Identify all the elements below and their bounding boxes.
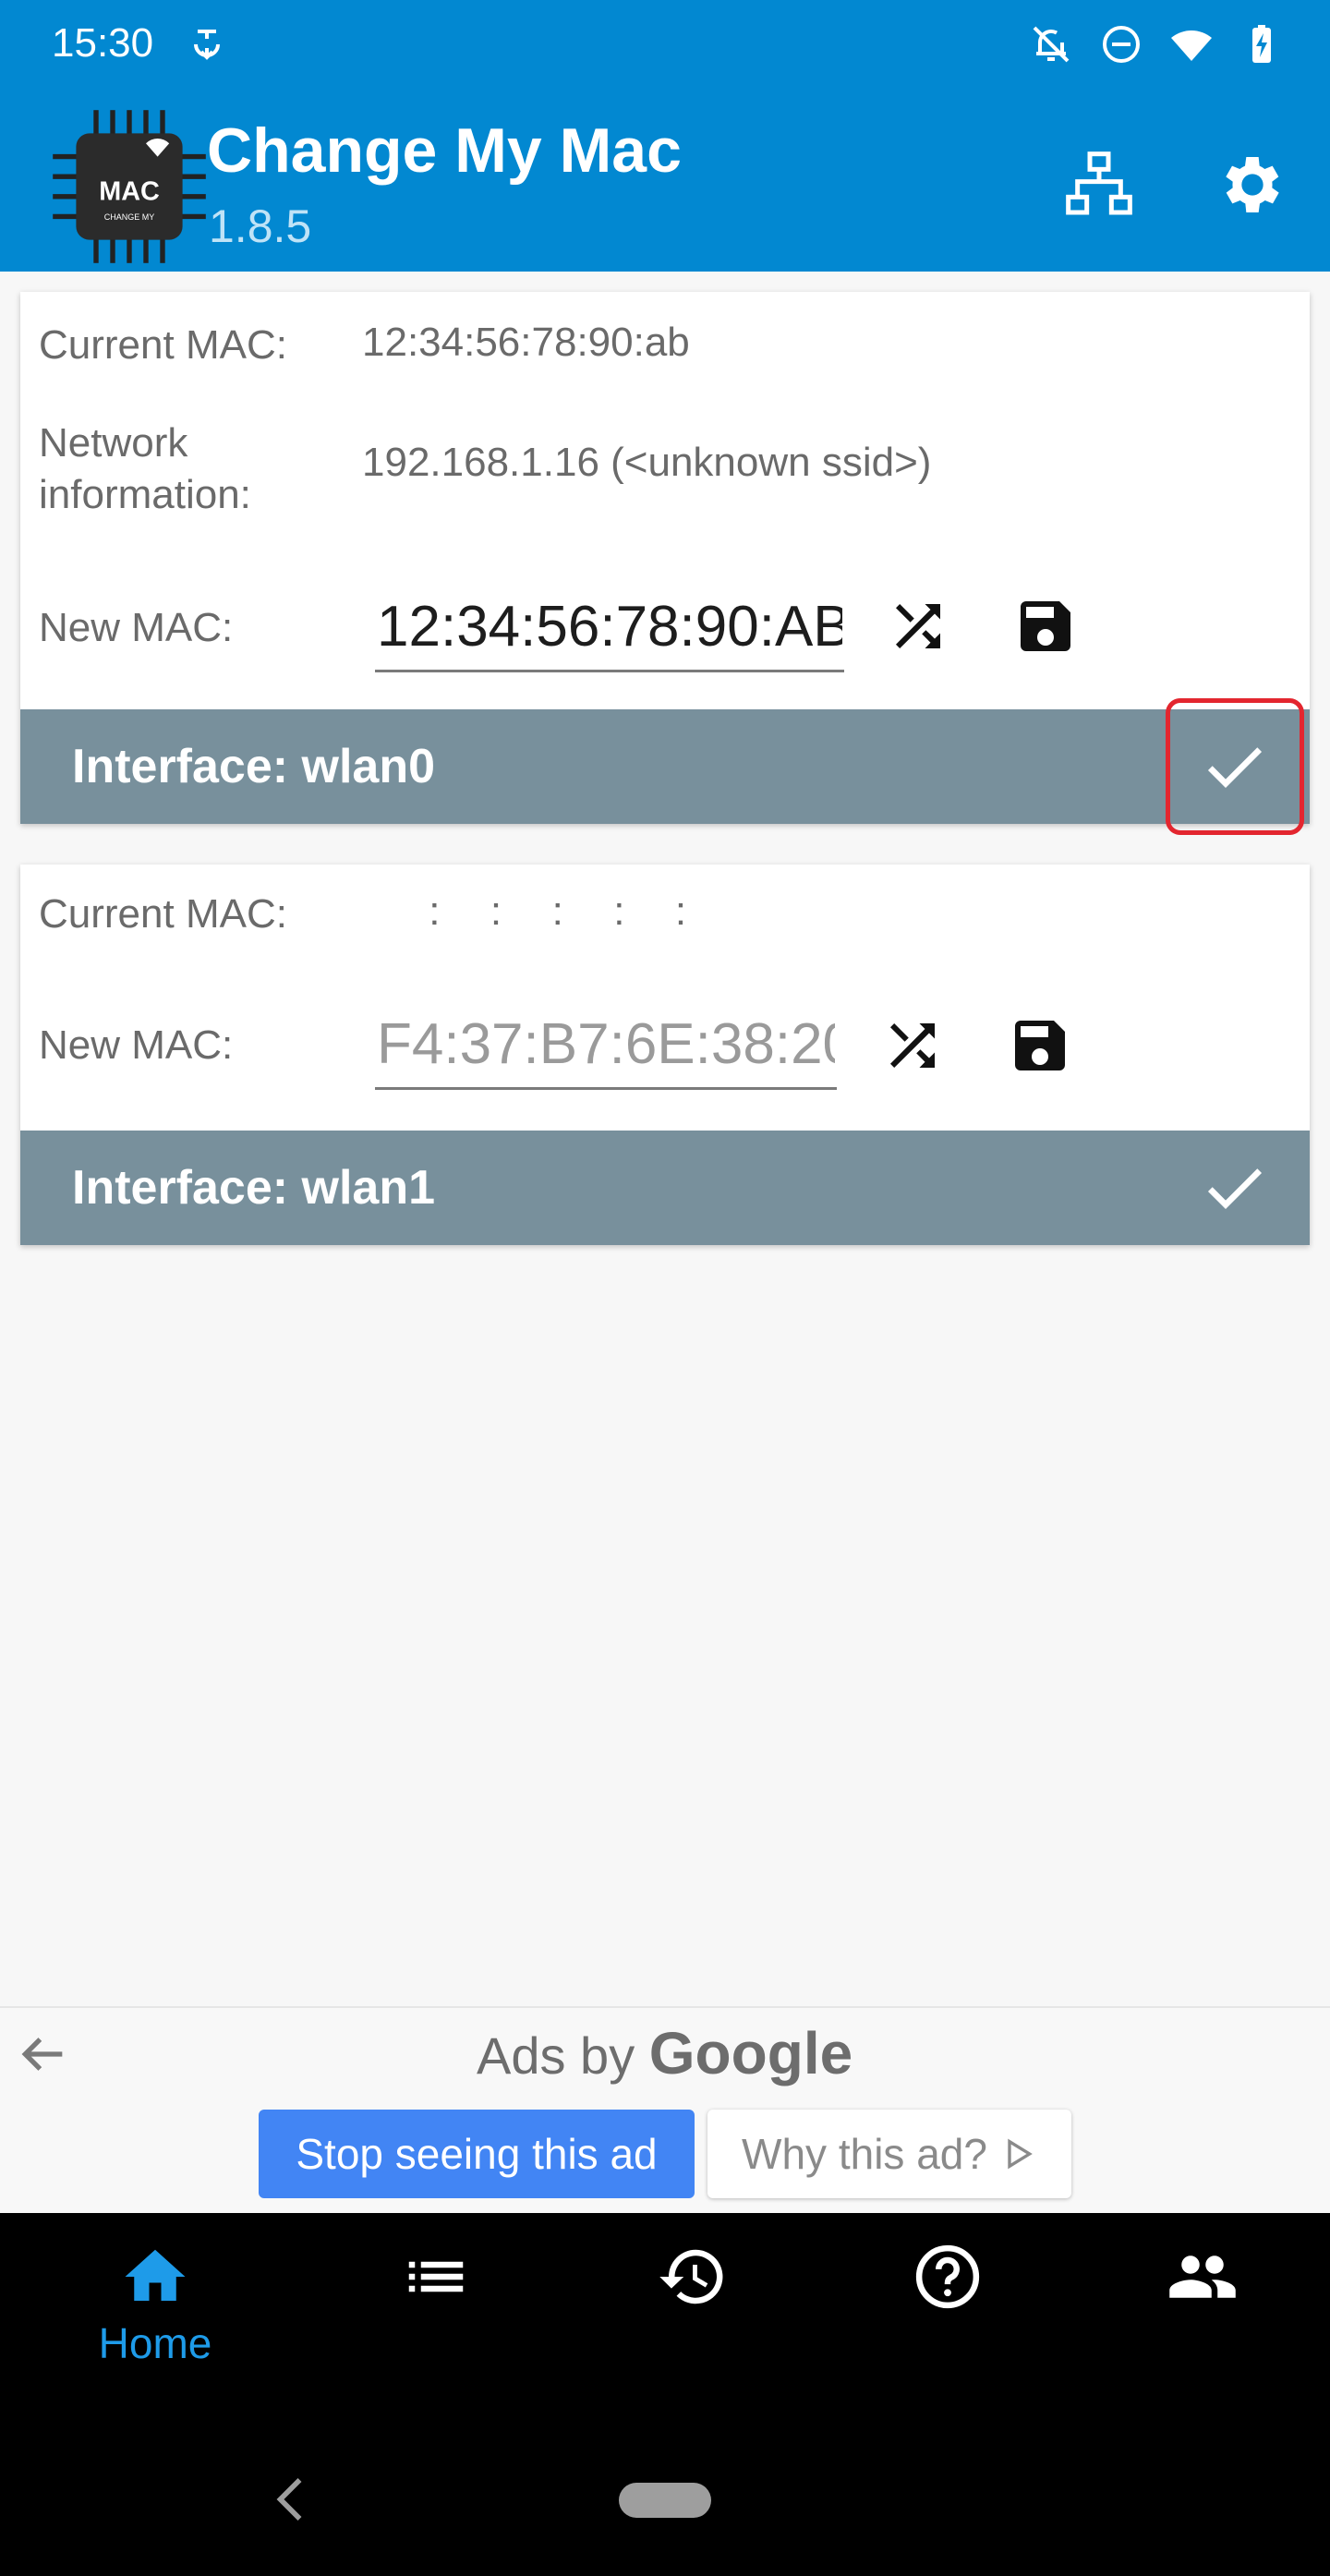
nav-community[interactable] xyxy=(1101,2241,1304,2398)
app-title: Change My Mac xyxy=(207,115,682,186)
arrow-back-icon[interactable] xyxy=(13,2025,72,2084)
ad-banner: Ads by Google Stop seeing this ad Why th… xyxy=(0,2006,1330,2213)
home-icon xyxy=(125,2249,186,2301)
network-info-label: Network information: xyxy=(39,420,251,517)
nav-help[interactable] xyxy=(846,2241,1049,2398)
apply-mac-button[interactable] xyxy=(1166,1119,1304,1256)
status-bar: 15:30 xyxy=(0,0,1330,91)
play-outline-icon xyxy=(1008,2138,1033,2170)
history-icon xyxy=(659,2249,723,2304)
ads-by-google-label: Ads by Google xyxy=(477,2019,852,2087)
interface-card-wlan1: Current MAC: : : : : : New MAC: Interfac… xyxy=(20,865,1310,1245)
interface-label: Interface: wlan0 xyxy=(72,740,436,793)
notifications-off-icon xyxy=(1033,26,1070,63)
battery-charging-icon xyxy=(1252,25,1271,63)
system-navigation-bar xyxy=(0,2420,1330,2576)
new-mac-label: New MAC: xyxy=(39,1022,234,1068)
nav-home[interactable]: Home xyxy=(54,2241,257,2398)
randomize-mac-button[interactable] xyxy=(874,582,962,671)
app-logo-icon: MAC CHANGE MY xyxy=(53,110,206,263)
sync-status-icon xyxy=(194,30,220,60)
system-back-icon[interactable] xyxy=(270,2473,310,2525)
current-mac-label: Current MAC: xyxy=(39,322,287,368)
new-mac-label: New MAC: xyxy=(39,605,234,650)
current-mac-label: Current MAC: xyxy=(39,891,287,937)
nav-list[interactable] xyxy=(334,2241,538,2398)
randomize-mac-button[interactable] xyxy=(868,1001,957,1090)
save-icon xyxy=(1021,601,1070,651)
do-not-disturb-icon xyxy=(1103,26,1140,63)
why-this-ad-label: Why this ad? xyxy=(742,2130,987,2178)
system-home-pill[interactable] xyxy=(619,2483,711,2518)
current-mac-value: 12:34:56:78:90:ab xyxy=(362,320,690,365)
nav-history[interactable] xyxy=(591,2241,794,2398)
interface-label: Interface: wlan1 xyxy=(72,1161,436,1215)
settings-button[interactable] xyxy=(1208,140,1297,229)
gear-icon xyxy=(1226,157,1279,212)
apply-mac-button[interactable] xyxy=(1166,698,1304,835)
network-info-value: 192.168.1.16 (<unknown ssid>) xyxy=(362,440,932,485)
people-icon xyxy=(1169,2256,1236,2298)
wifi-icon xyxy=(1171,30,1212,61)
new-mac-input[interactable] xyxy=(375,584,844,672)
bottom-navigation: Home xyxy=(0,2213,1330,2420)
app-logo-text: MAC xyxy=(99,176,160,206)
network-button[interactable] xyxy=(1055,140,1143,229)
status-time: 15:30 xyxy=(52,20,154,66)
save-mac-button[interactable] xyxy=(1001,582,1090,671)
check-icon xyxy=(1207,747,1263,789)
check-icon xyxy=(1207,1168,1263,1210)
ads-by-text: Ads by xyxy=(477,2026,635,2085)
current-mac-value: : : : : : xyxy=(408,889,717,934)
nav-home-label: Home xyxy=(98,2319,212,2367)
interface-bar-wlan1[interactable]: Interface: wlan1 xyxy=(20,1131,1310,1245)
list-icon xyxy=(408,2261,464,2292)
shuffle-icon xyxy=(890,1023,935,1068)
stop-seeing-ad-button[interactable]: Stop seeing this ad xyxy=(259,2110,695,2198)
app-logo-subtext: CHANGE MY xyxy=(104,212,155,222)
interface-card-wlan0: Current MAC: 12:34:56:78:90:ab Network i… xyxy=(20,292,1310,835)
save-mac-button[interactable] xyxy=(996,1001,1084,1090)
network-tree-icon xyxy=(1066,151,1132,215)
new-mac-input[interactable] xyxy=(375,1001,837,1090)
save-icon xyxy=(1015,1021,1065,1070)
shuffle-icon xyxy=(896,604,940,648)
why-this-ad-button[interactable]: Why this ad? xyxy=(707,2110,1071,2198)
google-brand-text: Google xyxy=(648,2020,853,2086)
app-bar: MAC CHANGE MY Change My Mac 1.8.5 xyxy=(0,91,1330,272)
help-icon xyxy=(915,2244,980,2309)
interface-bar-wlan0[interactable]: Interface: wlan0 xyxy=(20,698,1310,835)
app-version: 1.8.5 xyxy=(209,200,312,252)
